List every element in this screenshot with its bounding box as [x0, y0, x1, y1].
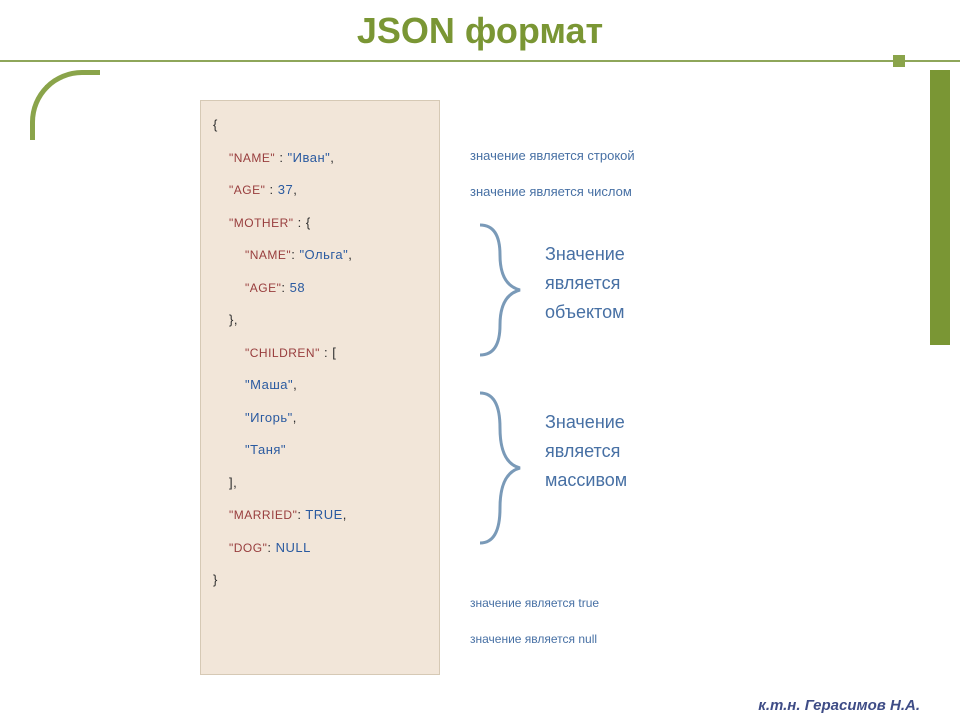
- annot-object-l1: Значение: [545, 240, 625, 269]
- mother-close: },: [213, 310, 427, 330]
- children-close: ],: [213, 473, 427, 493]
- title-divider: [0, 60, 960, 62]
- brace-array-icon: [470, 388, 530, 548]
- children-key: "Children" : [: [213, 343, 427, 363]
- title-bullet: [893, 55, 905, 67]
- brace-open: {: [213, 115, 427, 135]
- name-pair: "Name" : "Иван",: [213, 148, 427, 168]
- brace-close: }: [213, 570, 427, 590]
- annot-string: значение является строкой: [470, 146, 635, 166]
- brace-object-icon: [470, 220, 530, 360]
- annot-array-l2: является: [545, 437, 627, 466]
- married-pair: "Married": TRUE,: [213, 505, 427, 525]
- mother-key: "Mother" : {: [213, 213, 427, 233]
- age-pair: "Age" : 37,: [213, 180, 427, 200]
- annot-object-l3: объектом: [545, 298, 625, 327]
- annot-object-l2: является: [545, 269, 625, 298]
- annot-array: Значение является массивом: [545, 408, 627, 494]
- annot-true: значение является true: [470, 594, 599, 612]
- annot-number: значение является числом: [470, 182, 632, 202]
- child-3: "Таня": [213, 440, 427, 460]
- dog-pair: "Dog": NULL: [213, 538, 427, 558]
- decorative-corner: [30, 70, 100, 140]
- annot-array-l3: массивом: [545, 466, 627, 495]
- decorative-sidebar: [930, 70, 950, 345]
- child-2: "Игорь",: [213, 408, 427, 428]
- child-1: "Маша",: [213, 375, 427, 395]
- slide-title: JSON формат: [357, 10, 603, 52]
- mother-age-pair: "Age": 58: [213, 278, 427, 298]
- annot-null: значение является null: [470, 630, 597, 648]
- json-example-block: { "Name" : "Иван", "Age" : 37, "Mother" …: [200, 100, 440, 675]
- annot-object: Значение является объектом: [545, 240, 625, 326]
- mother-name-pair: "Name": "Ольга",: [213, 245, 427, 265]
- author-footer: к.т.н. Герасимов Н.А.: [758, 697, 920, 714]
- annot-array-l1: Значение: [545, 408, 627, 437]
